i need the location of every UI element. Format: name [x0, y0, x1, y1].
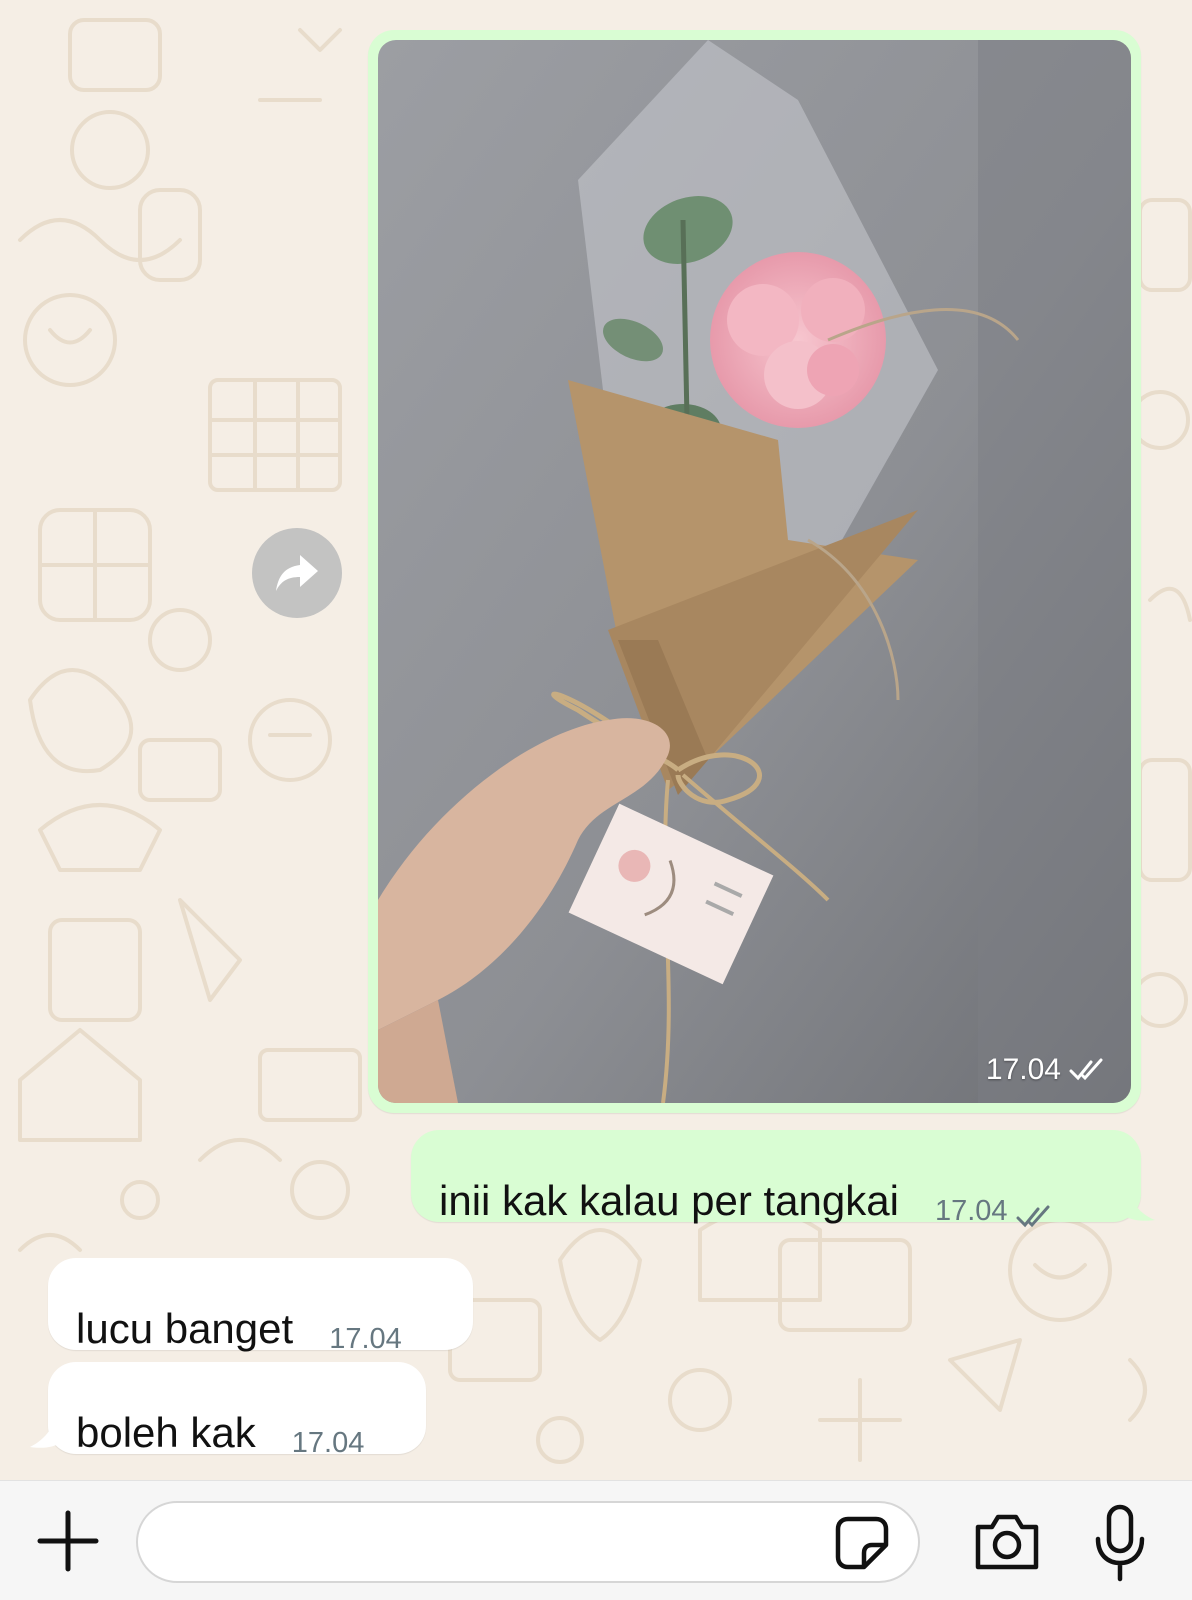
outgoing-text-message[interactable]: inii kak kalau per tangkai 17.04 [411, 1130, 1141, 1228]
microphone-icon[interactable] [1092, 1503, 1148, 1583]
message-time: 17.04 [291, 1427, 365, 1459]
sticker-icon[interactable] [832, 1513, 892, 1573]
message-input[interactable] [136, 1501, 920, 1583]
forward-button[interactable] [252, 528, 342, 618]
forward-arrow-icon [276, 555, 318, 591]
double-check-icon [1069, 1058, 1103, 1081]
incoming-bubble-tail [30, 1405, 60, 1448]
incoming-text-message[interactable]: boleh kak 17.04 [48, 1362, 426, 1459]
outgoing-bubble-tail [1125, 1180, 1155, 1221]
incoming-text-message[interactable]: lucu banget 17.04 [48, 1258, 473, 1355]
message-time: 17.04 [934, 1195, 1008, 1227]
message-time: 17.04 [329, 1323, 402, 1355]
image-message-meta: 17.04 [986, 1053, 1109, 1087]
message-text: lucu banget [76, 1305, 294, 1352]
plus-icon[interactable] [36, 1509, 100, 1573]
bouquet-image [378, 40, 1131, 1103]
image-message-time: 17.04 [985, 1053, 1061, 1086]
double-check-icon [1016, 1205, 1050, 1228]
camera-icon[interactable] [972, 1511, 1042, 1573]
image-message-bubble[interactable]: 17.04 [368, 30, 1141, 1113]
message-input-bar [0, 1480, 1192, 1600]
message-text: boleh kak [76, 1409, 256, 1456]
flower-bouquet-photo[interactable]: 17.04 [378, 40, 1131, 1103]
message-text: inii kak kalau per tangkai [439, 1177, 899, 1224]
